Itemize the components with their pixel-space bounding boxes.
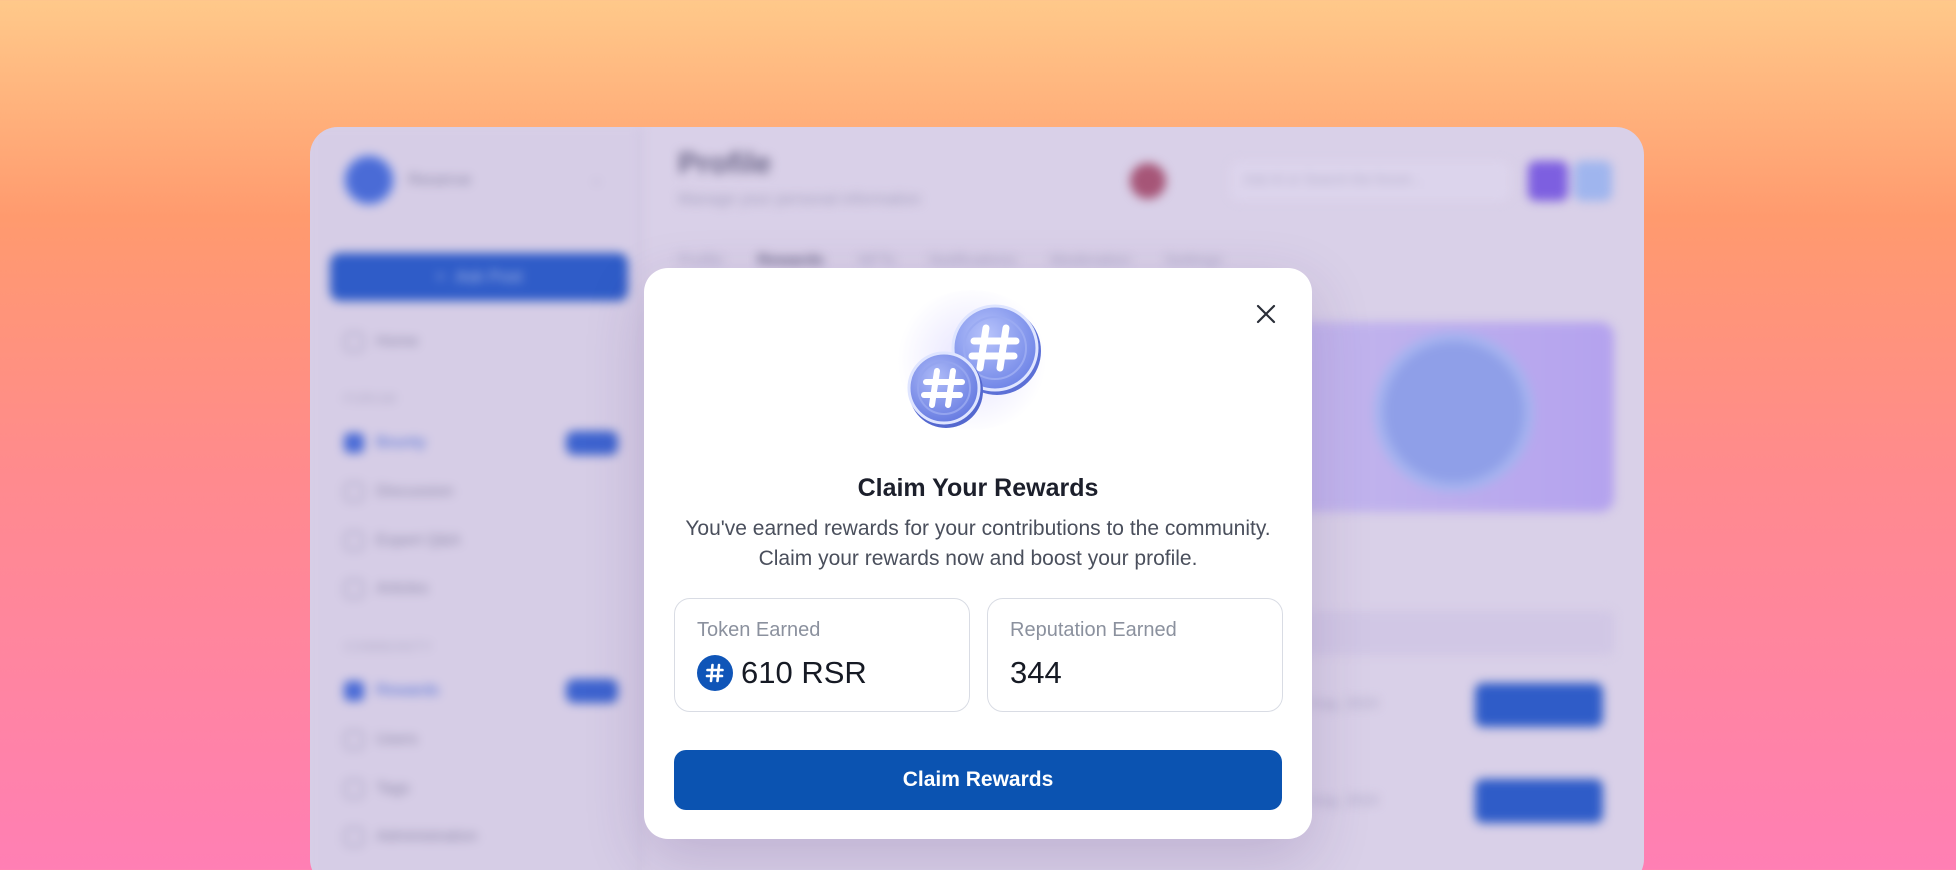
sidebar-item-label: Rewards xyxy=(376,682,440,699)
row-date: Aug, 2024 xyxy=(1310,695,1379,712)
sidebar-item-articles: Articles xyxy=(344,579,428,599)
sidebar-section-community: COMMUNITY xyxy=(344,639,434,654)
bounty-icon xyxy=(344,433,364,453)
reputation-earned-label: Reputation Earned xyxy=(1010,619,1177,641)
hashtag-coin-icon xyxy=(697,655,733,691)
page-subtitle: Manage your personal information xyxy=(678,191,921,208)
brand-logo xyxy=(344,155,394,205)
chevron-down-icon: ⌄ xyxy=(590,171,604,188)
sidebar: Reserve ⌄ + Ask Post Home FORUM Bounty D… xyxy=(310,127,642,870)
tags-icon xyxy=(344,779,364,799)
token-earned-value: 610 RSR xyxy=(741,655,867,690)
administration-icon xyxy=(344,827,364,847)
sidebar-badge xyxy=(566,431,618,455)
sidebar-item-label: Discussion xyxy=(376,483,454,500)
sidebar-item-label: Users xyxy=(376,731,418,748)
sidebar-item-label: Bounty xyxy=(376,434,426,451)
sidebar-item-bounty: Bounty xyxy=(344,433,426,453)
claim-rewards-modal: Claim Your Rewards You've earned rewards… xyxy=(644,268,1312,839)
sidebar-item-users: Users xyxy=(344,730,418,750)
modal-description: You've earned rewards for your contribut… xyxy=(685,517,1271,570)
sidebar-section-forum: FORUM xyxy=(344,391,397,406)
sidebar-item-label: Tags xyxy=(376,780,410,797)
sidebar-item-discussion: Discussion xyxy=(344,482,453,502)
token-earned-label: Token Earned xyxy=(697,619,821,641)
hashtag-coins-illustration xyxy=(907,304,1041,428)
articles-icon xyxy=(344,579,364,599)
table-header xyxy=(1300,611,1614,655)
sidebar-item-label: Home xyxy=(376,333,419,350)
ask-post-button: + Ask Post xyxy=(330,253,628,301)
expert-icon xyxy=(344,531,364,551)
reputation-earned-card: Reputation Earned 344 xyxy=(987,598,1283,712)
discussion-icon xyxy=(344,482,364,502)
avatar xyxy=(1130,163,1166,199)
row-claim-button xyxy=(1475,683,1603,727)
sidebar-item-expert: Expert Q&A xyxy=(344,531,460,551)
ask-post-label: Ask Post xyxy=(455,267,523,286)
modal-title: Claim Your Rewards xyxy=(857,474,1099,502)
plus-icon: + xyxy=(435,267,446,286)
hashtag-glyph-icon xyxy=(705,663,724,683)
users-icon xyxy=(344,730,364,750)
reputation-earned-value: 344 xyxy=(1010,655,1062,690)
close-icon xyxy=(1256,304,1276,324)
row-date: Aug, 2024 xyxy=(1310,792,1379,809)
close-button[interactable] xyxy=(1244,292,1288,336)
sidebar-item-tags: Tags xyxy=(344,779,410,799)
rewards-icon xyxy=(344,681,364,701)
brand: Reserve xyxy=(344,155,471,205)
claim-rewards-button[interactable]: Claim Rewards xyxy=(674,750,1282,810)
banner-coin-icon xyxy=(1374,332,1534,492)
brand-name: Reserve xyxy=(408,170,472,189)
search-input: Ask AI or Search the forum... xyxy=(1230,161,1510,201)
sidebar-item-home: Home xyxy=(344,332,419,352)
token-earned-value-row: 610 RSR xyxy=(697,655,867,691)
sidebar-item-rewards: Rewards xyxy=(344,681,439,701)
home-icon xyxy=(344,332,364,352)
sidebar-item-administration: Administration xyxy=(344,827,477,847)
row-claim-button xyxy=(1475,779,1603,823)
app-icon xyxy=(1528,161,1568,201)
reputation-earned-value-row: 344 xyxy=(1010,655,1062,691)
sidebar-item-label: Administration xyxy=(376,828,478,845)
app-icon xyxy=(1574,161,1612,201)
page-title: Profile xyxy=(678,147,772,180)
token-earned-card: Token Earned 610 RSR xyxy=(674,598,970,712)
sidebar-item-label: Expert Q&A xyxy=(376,532,461,549)
sidebar-item-label: Articles xyxy=(376,580,429,597)
sidebar-badge xyxy=(566,679,618,703)
